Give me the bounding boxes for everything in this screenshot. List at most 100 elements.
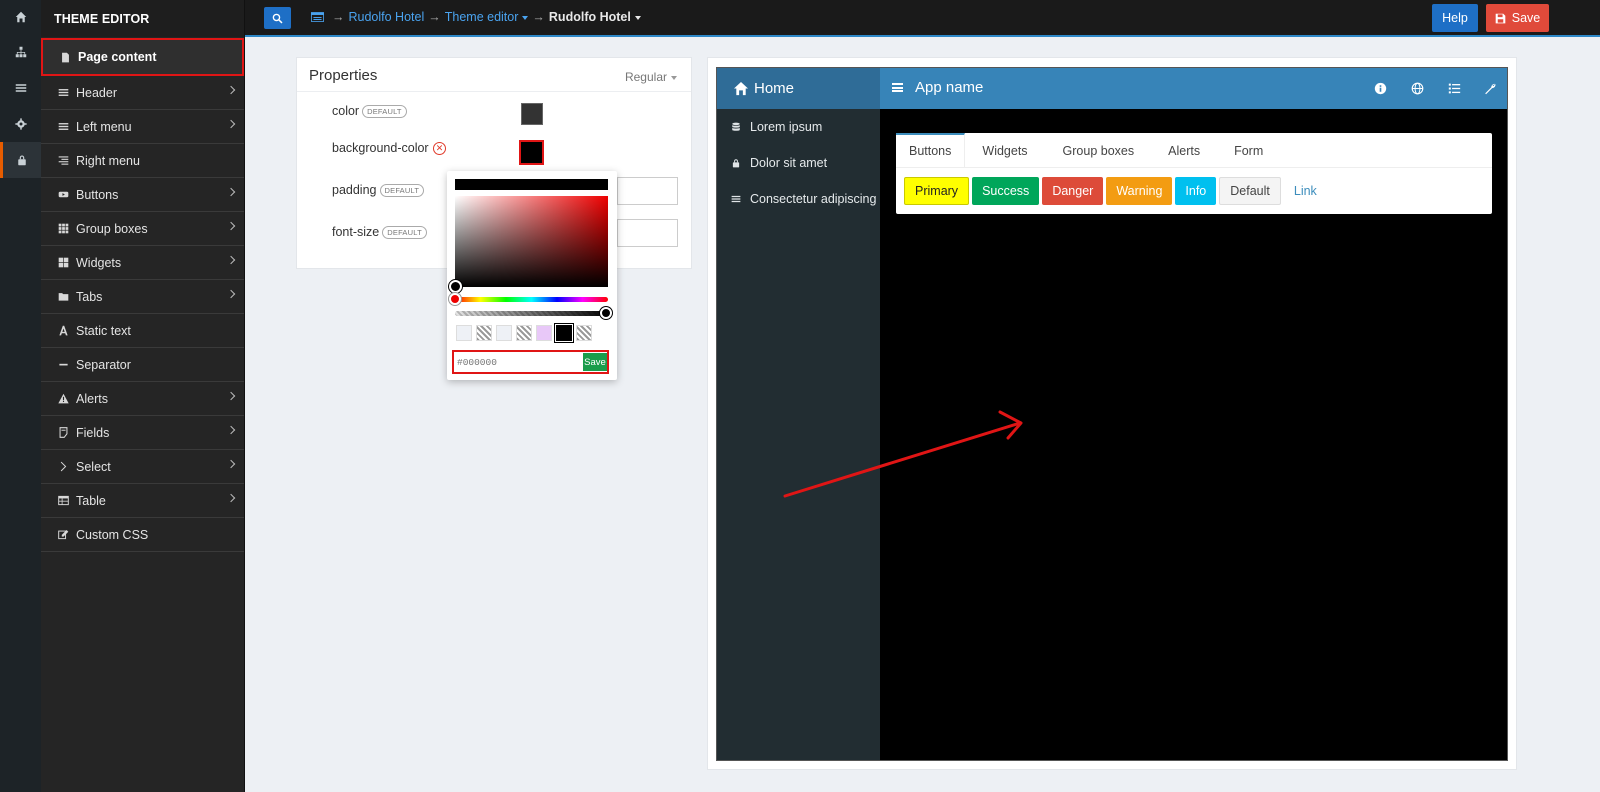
globe-icon[interactable]: [1410, 81, 1424, 95]
save-button[interactable]: Save: [1486, 4, 1549, 32]
chevron-right-icon: [226, 119, 236, 129]
sidebar-item-left-menu[interactable]: Left menu: [41, 110, 244, 144]
sitemap-icon[interactable]: [0, 34, 41, 70]
window-icon: [311, 12, 324, 22]
preview-tabs: Buttons Widgets Group boxes Alerts Form: [896, 133, 1492, 168]
alpha-handle[interactable]: [600, 307, 612, 319]
preview-tab-buttons[interactable]: Buttons: [896, 133, 966, 167]
alpha-slider[interactable]: [455, 311, 608, 316]
preview-menu-item[interactable]: Dolor sit amet: [717, 145, 880, 181]
sidebar-item-select[interactable]: Select: [41, 450, 244, 484]
search-button[interactable]: [264, 7, 291, 29]
color-swatch[interactable]: [521, 103, 543, 125]
padding-input[interactable]: [617, 177, 678, 205]
sidebar-item-table[interactable]: Table: [41, 484, 244, 518]
preview-tab-widgets[interactable]: Widgets: [965, 133, 1045, 167]
preview-menu-item-label: Dolor sit amet: [750, 156, 828, 170]
preview-app-name[interactable]: App name: [892, 79, 983, 96]
font-size-input[interactable]: [617, 219, 678, 247]
preview-button-danger[interactable]: Danger: [1042, 177, 1104, 205]
palette-swatch[interactable]: [476, 325, 492, 341]
home-icon[interactable]: [0, 0, 41, 34]
sidebar-item-group-boxes[interactable]: Group boxes: [41, 212, 244, 246]
preview-button-default[interactable]: Default: [1219, 177, 1281, 205]
breadcrumb-arrow-icon: →: [332, 10, 345, 24]
prop-background-color-label: background-color: [332, 141, 429, 155]
sidebar-item-label: Alerts: [76, 391, 108, 406]
sidebar-item-tabs[interactable]: Tabs: [41, 280, 244, 314]
theme-editor-sidebar: THEME EDITOR Page content Header Left menu…: [41, 0, 245, 792]
hue-slider[interactable]: [455, 297, 608, 302]
palette-swatch[interactable]: [516, 325, 532, 341]
default-badge: DEFAULT: [382, 225, 427, 239]
mode-dropdown[interactable]: Regular: [625, 70, 677, 84]
breadcrumb-arrow-icon: →: [428, 10, 441, 24]
preview-menu-item-label: Consectetur adipiscing: [750, 192, 877, 206]
sidebar-item-fields[interactable]: Fields: [41, 416, 244, 450]
menu-icon: [731, 195, 741, 203]
color-picker-popup: Save: [447, 171, 617, 380]
preview-home-label: Home: [754, 80, 795, 97]
preview-menu-item[interactable]: Consectetur adipiscing: [717, 181, 880, 217]
sidebar-item-widgets[interactable]: Widgets: [41, 246, 244, 280]
preview-tab-group-boxes[interactable]: Group boxes: [1046, 133, 1152, 167]
preview-buttons: Primary Success Danger Warning Info Default Li…: [904, 177, 1327, 205]
sidebar-item-buttons[interactable]: Buttons: [41, 178, 244, 212]
saturation-value-area[interactable]: [455, 196, 608, 287]
breadcrumb-theme-editor-label: Theme editor: [444, 10, 519, 24]
list-icon[interactable]: [1447, 81, 1461, 95]
home-icon: [733, 81, 749, 96]
preview-menu-item[interactable]: Lorem ipsum: [717, 109, 880, 145]
sidebar-item-right-menu[interactable]: Right menu: [41, 144, 244, 178]
palette-swatch[interactable]: [536, 325, 552, 341]
table-icon: [56, 495, 70, 507]
preview-home[interactable]: Home: [717, 68, 880, 109]
sidebar-item-static-text[interactable]: Static text: [41, 314, 244, 348]
palette-swatch[interactable]: [576, 325, 592, 341]
breadcrumb-current[interactable]: Rudolfo Hotel: [549, 10, 641, 24]
app-name-label: App name: [915, 79, 984, 96]
sidebar-item-custom-css[interactable]: Custom CSS: [41, 518, 244, 552]
sidebar-item-separator[interactable]: Separator: [41, 348, 244, 382]
clear-value-icon[interactable]: ✕: [433, 142, 446, 155]
palette-swatch[interactable]: [556, 325, 572, 341]
caret-down-icon: [522, 15, 529, 20]
hamburger-icon: [892, 83, 903, 92]
wrench-icon[interactable]: [1483, 81, 1497, 95]
edit-icon: [56, 529, 70, 541]
chevron-right-icon: [226, 289, 236, 299]
sidebar-item-label: Page content: [78, 50, 157, 64]
sidebar-item-page-content[interactable]: Page content: [41, 38, 244, 76]
search-icon: [272, 13, 283, 24]
save-button-label: Save: [1511, 11, 1541, 25]
help-button[interactable]: Help: [1432, 4, 1478, 32]
background-color-swatch[interactable]: [519, 140, 544, 165]
preview-button-warning[interactable]: Warning: [1106, 177, 1173, 205]
info-icon[interactable]: [1373, 81, 1387, 95]
caret-down-icon: [671, 75, 677, 80]
properties-title: Properties: [309, 67, 378, 84]
gear-icon[interactable]: [0, 106, 41, 142]
saturation-handle[interactable]: [449, 280, 462, 293]
preview-button-info[interactable]: Info: [1175, 177, 1217, 205]
sidebar-item-header[interactable]: Header: [41, 76, 244, 110]
breadcrumb-link-hotel[interactable]: Rudolfo Hotel: [349, 10, 425, 24]
preview-tab-alerts[interactable]: Alerts: [1151, 133, 1217, 167]
sidebar-item-alerts[interactable]: Alerts: [41, 382, 244, 416]
preview-tab-form[interactable]: Form: [1217, 133, 1280, 167]
palette-swatch[interactable]: [496, 325, 512, 341]
preview-button-link[interactable]: Link: [1284, 177, 1327, 205]
picker-save-button[interactable]: Save: [583, 353, 607, 371]
hex-input[interactable]: [454, 353, 583, 371]
lock-icon[interactable]: [0, 142, 41, 178]
palette-swatch[interactable]: [456, 325, 472, 341]
chevron-right-icon: [226, 187, 236, 197]
preview-button-primary[interactable]: Primary: [904, 177, 970, 205]
file-icon: [58, 51, 72, 63]
menu-icon[interactable]: [0, 70, 41, 106]
prop-color-label: color DEFAULT: [332, 104, 407, 118]
hue-handle[interactable]: [449, 293, 461, 305]
database-icon: [732, 122, 740, 131]
breadcrumb-link-theme-editor[interactable]: Theme editor: [445, 10, 529, 24]
preview-button-success[interactable]: Success: [972, 177, 1040, 205]
